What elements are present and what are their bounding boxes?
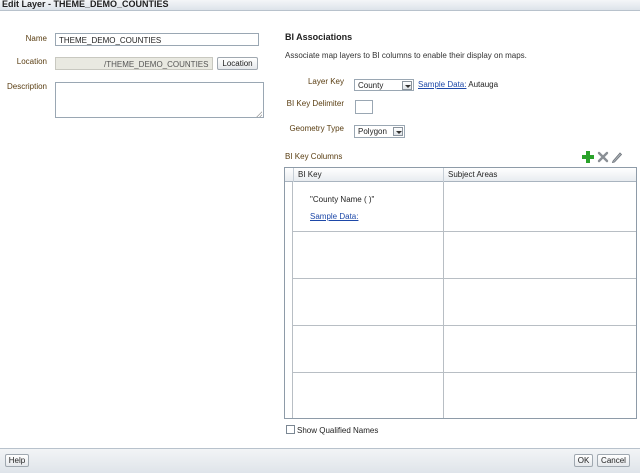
cancel-button[interactable]: Cancel [597,454,630,467]
ok-button[interactable]: OK [574,454,593,467]
bi-key-delimiter-input[interactable] [355,100,373,114]
show-qualified-names-label: Show Qualified Names [297,426,379,435]
geometry-type-label: Geometry Type [289,124,344,133]
sample-data-value: Autauga [468,80,499,89]
row-divider [293,278,636,279]
row-sample-data-link[interactable]: Sample Data: [310,212,358,221]
bi-key-delimiter-label: BI Key Delimiter [286,99,344,108]
chevron-down-icon [402,81,412,90]
bi-key-columns-table: BI Key Subject Areas "County Name ( )" S… [284,167,637,419]
sample-data-link[interactable]: Sample Data: [418,80,466,89]
row-selector-column [285,182,293,418]
column-header-subject-areas[interactable]: Subject Areas [443,168,636,182]
subject-area-cell[interactable] [444,183,634,231]
chevron-down-icon [393,127,403,136]
geometry-type-select[interactable]: Polygon [354,125,405,138]
layer-key-label: Layer Key [307,77,344,86]
row-divider [293,325,636,326]
name-input[interactable]: THEME_DEMO_COUNTIES [55,33,259,46]
dialog-footer: Help OK Cancel [0,448,640,473]
table-header: BI Key Subject Areas [285,168,636,182]
location-input[interactable]: /THEME_DEMO_COUNTIES [55,57,213,70]
layer-key-select[interactable]: County [354,79,414,91]
dialog-title: Edit Layer - THEME_DEMO_COUNTIES [2,0,169,9]
location-label: Location [16,57,47,66]
bi-associations-description: Associate map layers to BI columns to en… [285,51,527,60]
dialog-title-bar: Edit Layer - THEME_DEMO_COUNTIES [0,0,640,11]
layer-key-value: County [358,81,384,90]
description-textarea[interactable] [55,82,264,118]
x-icon[interactable] [597,151,609,163]
name-label: Name [25,34,47,43]
column-header-bi-key[interactable]: BI Key [293,168,443,182]
resize-grip-icon[interactable] [256,111,262,117]
bi-key-value: "County Name ( )" [310,195,375,204]
bi-key-columns-label: BI Key Columns [285,152,343,161]
plus-icon[interactable] [582,151,594,163]
pencil-icon[interactable] [611,151,623,163]
row-divider [293,372,636,373]
layer-sample-data: Sample Data: Autauga [418,80,498,89]
location-button[interactable]: Location [217,57,258,70]
show-qualified-names-checkbox[interactable] [286,425,295,434]
table-row[interactable]: "County Name ( )" Sample Data: [293,183,443,231]
bi-associations-title: BI Associations [285,32,353,42]
geometry-type-value: Polygon [358,127,387,136]
description-label: Description [6,82,47,91]
help-button[interactable]: Help [5,454,29,467]
row-divider [293,231,636,232]
